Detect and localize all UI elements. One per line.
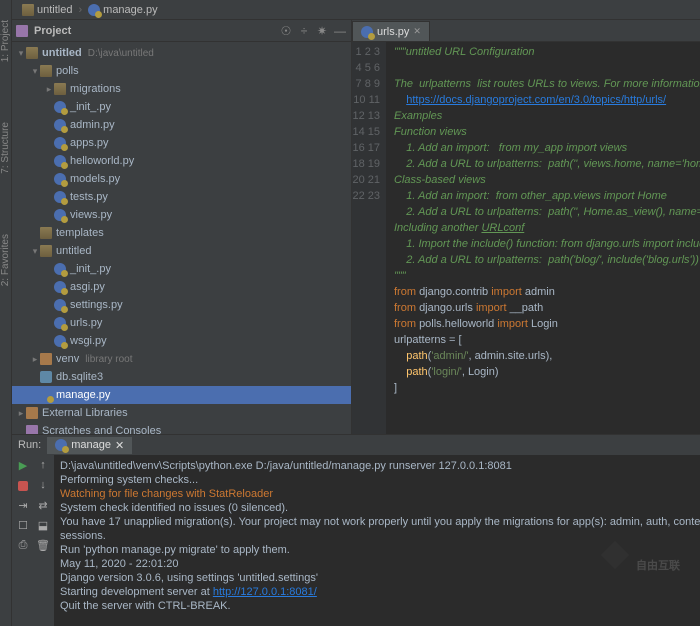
close-icon[interactable]: ✕	[413, 26, 421, 37]
folder-icon	[22, 4, 34, 16]
expand-arrow[interactable]: ▾	[16, 48, 26, 59]
tree-node[interactable]: admin.py	[12, 116, 351, 134]
layout-icon[interactable]: ☐	[16, 519, 30, 533]
left-tool-strip: 1: Project 7: Structure 2: Favorites	[0, 0, 12, 626]
sidebar-title: Project	[32, 25, 275, 37]
run-toolbar: ▶ ↑ ↓ ⇥ ⇄ ☐ ⬓ ⎙ 🗑	[12, 455, 54, 626]
py-icon	[54, 317, 66, 329]
db-icon	[40, 371, 52, 383]
python-icon	[55, 439, 67, 451]
tree-node[interactable]: helloworld.py	[12, 152, 351, 170]
python-icon	[88, 4, 100, 16]
tree-node[interactable]: manage.py	[12, 386, 351, 404]
down-icon[interactable]: ↓	[36, 479, 50, 493]
py-icon	[54, 119, 66, 131]
editor: urls.py ✕ 1 2 3 4 5 6 7 8 9 10 11 12 13 …	[352, 20, 700, 434]
tree-node[interactable]: templates	[12, 224, 351, 242]
scroll-icon[interactable]: ⬓	[36, 519, 50, 533]
code-area[interactable]: """untitled URL Configuration The urlpat…	[386, 42, 700, 434]
expand-arrow[interactable]: ▸	[44, 84, 54, 95]
tree-node[interactable]: ▸ External Libraries	[12, 404, 351, 422]
py-icon	[54, 137, 66, 149]
tree-node[interactable]: ▸ migrations	[12, 80, 351, 98]
breadcrumb-project[interactable]: untitled	[16, 4, 78, 16]
project-icon	[16, 25, 28, 37]
proj-icon	[26, 425, 38, 434]
tree-node[interactable]: views.py	[12, 206, 351, 224]
tree-node[interactable]: asgi.py	[12, 278, 351, 296]
folder-icon	[54, 83, 66, 95]
wrap-icon[interactable]: ⇄	[36, 499, 50, 513]
editor-tabs: urls.py ✕	[352, 20, 700, 42]
tab-urls[interactable]: urls.py ✕	[352, 21, 430, 41]
project-tree[interactable]: ▾ untitledD:\java\untitled ▾ polls ▸ mig…	[12, 42, 351, 434]
console-output[interactable]: D:\java\untitled\venv\Scripts\python.exe…	[54, 455, 700, 626]
py-icon	[40, 389, 52, 401]
tool-project-tab[interactable]: 1: Project	[0, 20, 11, 62]
folder-icon	[40, 65, 52, 77]
folder-icon	[26, 47, 38, 59]
tree-node[interactable]: _init_.py	[12, 260, 351, 278]
folder-icon	[40, 245, 52, 257]
settings-icon[interactable]: ✷	[315, 24, 329, 38]
line-gutter: 1 2 3 4 5 6 7 8 9 10 11 12 13 14 15 16 1…	[352, 42, 386, 434]
breadcrumb-file[interactable]: manage.py	[82, 4, 163, 16]
run-config-tab[interactable]: manage ✕	[47, 437, 132, 454]
tree-node[interactable]: apps.py	[12, 134, 351, 152]
tree-node[interactable]: ▾ untitledD:\java\untitled	[12, 44, 351, 62]
tree-node[interactable]: db.sqlite3	[12, 368, 351, 386]
py-icon	[54, 299, 66, 311]
expand-arrow[interactable]: ▾	[30, 246, 40, 257]
py-icon	[54, 263, 66, 275]
stop-icon[interactable]	[18, 481, 28, 491]
lib-icon	[40, 353, 52, 365]
hide-icon[interactable]: —	[333, 24, 347, 38]
tree-node[interactable]: Scratches and Consoles	[12, 422, 351, 434]
exit-icon[interactable]: ⇥	[16, 499, 30, 513]
py-icon	[54, 209, 66, 221]
tree-node[interactable]: models.py	[12, 170, 351, 188]
expand-arrow[interactable]: ▸	[30, 354, 40, 365]
folder-icon	[40, 227, 52, 239]
trash-icon[interactable]: 🗑	[36, 539, 50, 553]
tree-node[interactable]: ▾ polls	[12, 62, 351, 80]
py-icon	[54, 101, 66, 113]
tool-favorites-tab[interactable]: 2: Favorites	[0, 234, 11, 286]
up-icon[interactable]: ↑	[36, 459, 50, 473]
tree-node[interactable]: ▸ venvlibrary root	[12, 350, 351, 368]
tree-node[interactable]: wsgi.py	[12, 332, 351, 350]
tree-node[interactable]: ▾ untitled	[12, 242, 351, 260]
sidebar-header: Project ☉ ÷ ✷ —	[12, 20, 351, 42]
tree-node[interactable]: settings.py	[12, 296, 351, 314]
rerun-icon[interactable]: ▶	[16, 459, 30, 473]
expand-arrow[interactable]: ▾	[30, 66, 40, 77]
run-panel: Run: manage ✕ ▶ ↑ ↓ ⇥ ⇄ ☐ ⬓ ⎙ 🗑 D:\java\…	[12, 434, 700, 626]
print-icon[interactable]: ⎙	[16, 539, 30, 553]
tree-node[interactable]: tests.py	[12, 188, 351, 206]
tool-structure-tab[interactable]: 7: Structure	[0, 122, 11, 174]
project-sidebar: Project ☉ ÷ ✷ — ▾ untitledD:\java\untitl…	[12, 20, 352, 434]
py-icon	[54, 335, 66, 347]
breadcrumb: untitled › manage.py	[12, 0, 700, 20]
tree-node[interactable]: urls.py	[12, 314, 351, 332]
target-icon[interactable]: ☉	[279, 24, 293, 38]
tree-node[interactable]: _init_.py	[12, 98, 351, 116]
py-icon	[54, 281, 66, 293]
python-icon	[361, 26, 373, 38]
lib-icon	[26, 407, 38, 419]
close-icon[interactable]: ✕	[115, 439, 124, 452]
run-label: Run:	[12, 439, 47, 451]
expand-arrow[interactable]: ▸	[16, 408, 26, 419]
py-icon	[54, 191, 66, 203]
py-icon	[54, 173, 66, 185]
py-icon	[54, 155, 66, 167]
collapse-icon[interactable]: ÷	[297, 24, 311, 38]
